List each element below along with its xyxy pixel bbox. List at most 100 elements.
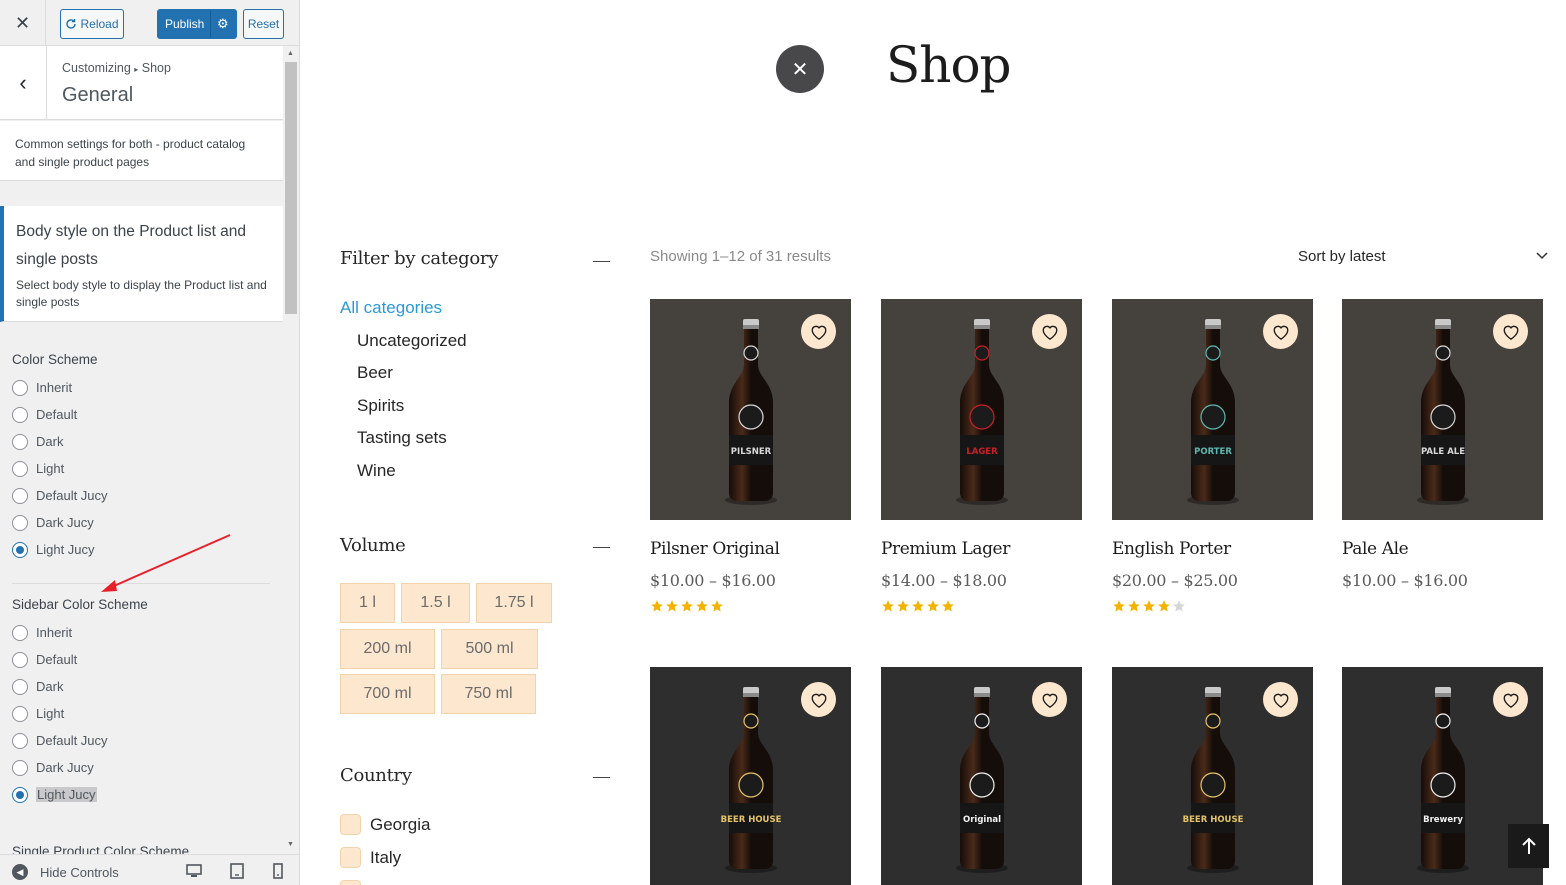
wishlist-button[interactable] [1032,314,1067,349]
star-icon [666,600,678,612]
star-icon [681,600,693,612]
radio-button[interactable] [12,624,28,641]
radio-button[interactable] [12,732,28,749]
radio-button[interactable] [12,759,28,776]
country-option-italy[interactable]: Italy [340,847,401,868]
wishlist-button[interactable] [1493,682,1528,717]
wishlist-button[interactable] [801,682,836,717]
site-preview: ✕ Shop Filter by category All categories… [300,0,1566,885]
radio-dark[interactable]: Dark [12,673,272,700]
category-spirits[interactable]: Spirits [340,390,467,423]
radio-default-jucy[interactable]: Default Jucy [12,727,272,754]
product-card[interactable]: PILSNER Pilsner Original $10.00 – $16.00 [650,299,851,613]
tablet-preview-icon[interactable] [229,863,245,879]
product-card[interactable]: PORTER English Porter $20.00 – $25.00 [1112,299,1313,613]
radio-button[interactable] [12,433,28,450]
radio-button[interactable] [12,460,28,477]
country-option-georgia[interactable]: Georgia [340,814,430,835]
product-image[interactable]: PORTER [1112,299,1313,520]
wishlist-button[interactable] [801,314,836,349]
product-name[interactable]: Pilsner Original [650,539,851,559]
radio-light[interactable]: Light [12,700,272,727]
radio-button[interactable] [12,705,28,722]
volume-option-700-ml[interactable]: 700 ml [340,674,435,714]
product-name[interactable]: English Porter [1112,539,1313,559]
category-uncategorized[interactable]: Uncategorized [340,325,467,358]
gear-icon[interactable]: ⚙ [217,16,229,32]
customizer-scrollbar[interactable]: ▲ ▼ [283,46,299,854]
radio-button[interactable] [12,678,28,695]
close-page-button[interactable]: ✕ [776,45,824,93]
mobile-preview-icon[interactable] [270,863,286,879]
radio-inherit[interactable]: Inherit [12,374,272,401]
product-image[interactable]: PALE ALE [1342,299,1543,520]
product-name[interactable]: Pale Ale [1342,539,1543,559]
hide-controls-button[interactable]: ◀ Hide Controls [12,864,119,880]
volume-option-1-l[interactable]: 1 l [340,583,395,623]
radio-button[interactable] [12,651,28,668]
reload-button[interactable]: Reload [60,9,124,39]
product-image[interactable]: Original [881,667,1082,885]
radio-light[interactable]: Light [12,455,272,482]
category-all-categories[interactable]: All categories [340,292,467,325]
star-icon [1173,600,1185,612]
heart-icon [811,693,826,708]
country-option-partial[interactable] [340,880,361,885]
scroll-down-icon[interactable]: ▼ [287,841,294,848]
radio-inherit[interactable]: Inherit [12,619,272,646]
radio-button[interactable] [12,406,28,423]
product-image[interactable]: PILSNER [650,299,851,520]
radio-button[interactable] [12,514,28,531]
product-card[interactable]: Original [881,667,1082,885]
scroll-to-top-button[interactable] [1508,824,1549,868]
collapse-volume-filter-icon[interactable] [593,547,610,548]
product-name[interactable]: Premium Lager [881,539,1082,559]
product-image[interactable]: BEER HOUSE [650,667,851,885]
checkbox[interactable] [340,880,361,885]
desktop-preview-icon[interactable] [186,863,202,879]
volume-option-1-5-l[interactable]: 1.5 l [401,583,470,623]
section-header: ‹ Customizing ▸ Shop General [0,46,283,120]
wishlist-button[interactable] [1263,682,1298,717]
volume-option-750-ml[interactable]: 750 ml [441,674,536,714]
radio-button[interactable] [12,541,28,558]
volume-option-200-ml[interactable]: 200 ml [340,629,435,669]
radio-button[interactable] [12,379,28,396]
wishlist-button[interactable] [1263,314,1298,349]
category-tasting-sets[interactable]: Tasting sets [340,422,467,455]
category-list: All categories Uncategorized Beer Spirits Ta… [340,292,467,488]
category-beer[interactable]: Beer [340,357,467,390]
product-card[interactable]: BEER HOUSE [1112,667,1313,885]
radio-dark-jucy[interactable]: Dark Jucy [12,754,272,781]
product-image[interactable]: BEER HOUSE [1112,667,1313,885]
product-card[interactable]: LAGER Premium Lager $14.00 – $18.00 [881,299,1082,613]
back-button[interactable]: ‹ [0,46,47,120]
radio-dark[interactable]: Dark [12,428,272,455]
category-wine[interactable]: Wine [340,455,467,488]
checkbox[interactable] [340,847,361,868]
radio-button[interactable] [12,786,28,803]
collapse-category-filter-icon[interactable] [593,261,610,262]
wishlist-button[interactable] [1493,314,1528,349]
checkbox[interactable] [340,814,361,835]
publish-button[interactable]: Publish ⚙ [157,9,237,39]
volume-option-500-ml[interactable]: 500 ml [441,629,538,669]
scroll-up-icon[interactable]: ▲ [287,50,294,57]
radio-label: Light [36,706,65,721]
reset-button[interactable]: Reset [243,9,284,39]
radio-default[interactable]: Default [12,401,272,428]
product-card[interactable]: BEER HOUSE [650,667,851,885]
close-customizer-button[interactable]: ✕ [0,0,46,46]
collapse-country-filter-icon[interactable] [593,777,610,778]
radio-default-jucy[interactable]: Default Jucy [12,482,272,509]
volume-option-1-75-l[interactable]: 1.75 l [476,583,552,623]
wishlist-button[interactable] [1032,682,1067,717]
product-image[interactable]: LAGER [881,299,1082,520]
radio-light-jucy[interactable]: Light Jucy [12,781,272,808]
heart-icon [1042,693,1057,708]
radio-default[interactable]: Default [12,646,272,673]
scrollbar-thumb[interactable] [285,62,297,314]
product-card[interactable]: PALE ALE Pale Ale $10.00 – $16.00 [1342,299,1543,599]
sort-select[interactable]: Sort by latest [1298,248,1548,265]
radio-button[interactable] [12,487,28,504]
